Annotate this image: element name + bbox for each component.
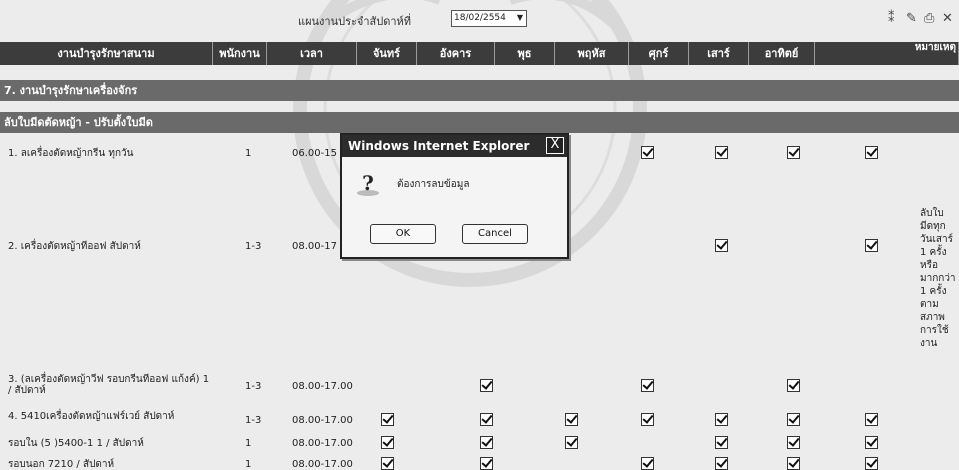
work-time: 08.00-17.00 — [292, 415, 353, 426]
work-time: 08.00-17 — [292, 241, 337, 252]
note-cell: ลับใบ มีดทุก วันเสาร์ 1 ครั้ง หรือ มากกว… — [920, 208, 956, 349]
top-bar: แผนงานประจำสัปดาห์ที่ 18/02/2554 ▼ ⁑ ✎ ⎙… — [0, 0, 959, 36]
day-checkbox[interactable] — [480, 379, 493, 392]
header-fri: ศุกร์ — [629, 42, 689, 65]
day-checkbox[interactable] — [865, 436, 878, 449]
section-machinery: 7. งานบำรุงรักษาเครื่องจักร — [0, 80, 959, 101]
day-checkbox[interactable] — [381, 457, 394, 470]
staff-count: 1 — [245, 459, 252, 470]
header-task: งานบำรุงรักษาสนาม — [0, 42, 213, 65]
staff-count: 1 — [245, 438, 252, 449]
day-checkbox[interactable] — [641, 379, 654, 392]
day-checkbox[interactable] — [715, 436, 728, 449]
day-checkbox[interactable] — [715, 146, 728, 159]
day-checkbox[interactable] — [480, 436, 493, 449]
chevron-down-icon: ▼ — [516, 13, 523, 22]
week-select-value: 18/02/2554 — [454, 13, 506, 23]
day-checkbox[interactable] — [565, 436, 578, 449]
day-checkbox[interactable] — [865, 239, 878, 252]
staff-count: 1-3 — [245, 241, 262, 252]
dialog-message: ต้องการลบข้อมูล — [397, 179, 470, 190]
work-time: 08.00-17.00 — [292, 459, 353, 470]
week-select[interactable]: 18/02/2554 ▼ — [451, 10, 527, 27]
staff-count: 1-3 — [245, 415, 262, 426]
confirm-dialog: Windows Internet Explorer X ? ต้องการลบข… — [340, 133, 569, 259]
table-header: งานบำรุงรักษาสนาม พนักงาน เวลา จันทร์ อั… — [0, 42, 959, 65]
work-time: 08.00-17.00 — [292, 381, 353, 392]
staff-count: 1 — [245, 148, 252, 159]
task-name: 1. ลเครื่องตัดหญ้ากรีน ทุกวัน — [8, 148, 134, 159]
day-checkbox[interactable] — [641, 146, 654, 159]
task-name: รอบใน (5 )5400-1 1 / สัปดาห์ — [8, 438, 144, 449]
day-checkbox[interactable] — [715, 413, 728, 426]
task-name: 2. เครื่องตัดหญ้าทีออฟ สัปดาห์ — [8, 241, 141, 252]
dialog-title: Windows Internet Explorer — [342, 135, 567, 157]
question-icon: ? — [355, 171, 381, 197]
day-checkbox[interactable] — [381, 436, 394, 449]
print-icon[interactable]: ⎙ — [924, 11, 934, 26]
edit-icon[interactable]: ✎ — [906, 11, 917, 26]
header-tue: อังคาร — [417, 42, 495, 65]
day-checkbox[interactable] — [787, 457, 800, 470]
header-sun: อาทิตย์ — [749, 42, 815, 65]
header-wed: พุธ — [495, 42, 555, 65]
svg-text:?: ? — [362, 171, 374, 195]
header-note: หมายเหตุ — [815, 42, 959, 65]
day-checkbox[interactable] — [480, 457, 493, 470]
day-checkbox[interactable] — [381, 413, 394, 426]
header-time: เวลา — [267, 42, 357, 65]
section-blade-sharpening: ลับใบมีดตัดหญ้า - ปรับตั้งใบมีด — [0, 112, 959, 133]
day-checkbox[interactable] — [641, 413, 654, 426]
day-checkbox[interactable] — [787, 379, 800, 392]
plan-label: แผนงานประจำสัปดาห์ที่ — [298, 15, 412, 28]
day-checkbox[interactable] — [787, 413, 800, 426]
day-checkbox[interactable] — [787, 146, 800, 159]
dialog-close-button[interactable]: X — [546, 137, 564, 154]
header-staff: พนักงาน — [213, 42, 267, 65]
work-time: 06.00-15 — [292, 148, 337, 159]
day-checkbox[interactable] — [480, 413, 493, 426]
cancel-button[interactable]: Cancel — [462, 224, 528, 244]
day-checkbox[interactable] — [565, 413, 578, 426]
task-name: 3. (ลเครื่องตัดหญ้าวีฟ รอบกรีนทีออฟ แก้ง… — [8, 374, 210, 396]
day-checkbox[interactable] — [865, 413, 878, 426]
header-mon: จันทร์ — [357, 42, 417, 65]
header-thu: พฤหัส — [555, 42, 629, 65]
close-icon[interactable]: ✕ — [942, 11, 953, 26]
day-checkbox[interactable] — [787, 436, 800, 449]
ok-button[interactable]: OK — [370, 224, 436, 244]
day-checkbox[interactable] — [715, 457, 728, 470]
day-checkbox[interactable] — [641, 457, 654, 470]
day-checkbox[interactable] — [865, 457, 878, 470]
grid-icon[interactable]: ⁑ — [888, 11, 895, 26]
day-checkbox[interactable] — [865, 146, 878, 159]
work-time: 08.00-17.00 — [292, 438, 353, 449]
day-checkbox[interactable] — [715, 239, 728, 252]
task-name: 4. 5410เครื่องตัดหญ้าแฟร์เวย์ สัปดาห์ — [8, 411, 175, 422]
staff-count: 1-3 — [245, 381, 262, 392]
header-sat: เสาร์ — [689, 42, 749, 65]
task-name: รอบนอก 7210 / สัปดาห์ — [8, 459, 115, 470]
